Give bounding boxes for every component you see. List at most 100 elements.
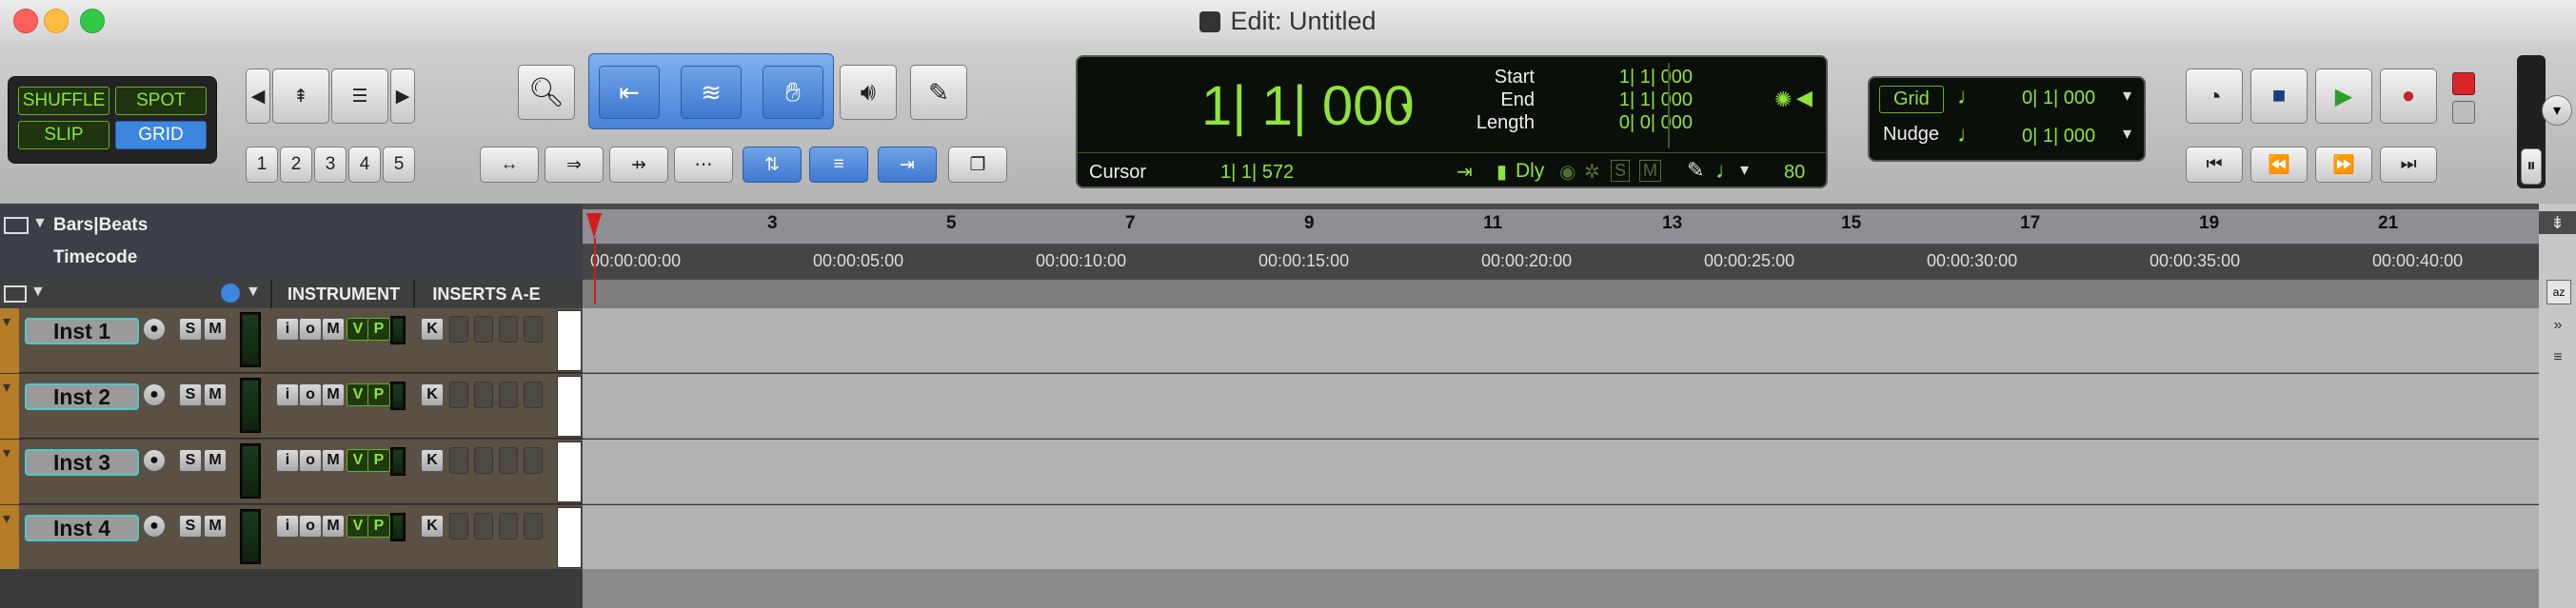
program-button[interactable]: P [367,449,390,472]
mute-button[interactable]: M [204,449,227,472]
shuffle-mode-button[interactable]: SHUFFLE [18,87,109,115]
mute-button[interactable]: M [204,383,227,406]
tempo-value[interactable]: 80 [1784,162,1805,184]
mirrored-midi-button[interactable]: ⇒ [545,147,604,183]
program-button[interactable]: P [367,318,390,341]
zoom-in-button[interactable]: ▶ [390,69,415,124]
zoom-preset-3[interactable]: 3 [314,147,347,183]
record-arm-button[interactable]: ● [143,383,166,406]
scrubber-tool-button[interactable]: 🔊︎ [840,65,897,120]
track-list-menu-icon[interactable]: ▼ [30,284,46,301]
timecode-ruler[interactable]: 00:00:00:00 00:00:05:00 00:00:10:00 00:0… [583,245,2544,278]
end-value[interactable]: 1| 1| 000 [1582,89,1693,111]
ruler-menu-icon[interactable]: ▼ [32,215,48,232]
online-button[interactable]: ◔ [2186,69,2243,124]
solo-button[interactable]: S [179,383,202,406]
play-button[interactable]: ▶ [2315,69,2372,124]
midi-input-icon[interactable]: ✺ [1774,88,1792,112]
zoom-toggle-button[interactable]: ⇥ [878,147,937,183]
insert-slot-b[interactable] [449,316,468,343]
track-row[interactable]: ▾ Inst 3 ● S M i o M V P K [0,440,583,504]
velocity-button[interactable]: V [347,318,369,341]
counter-menu-icon[interactable]: ▾ [1401,95,1411,119]
track-name[interactable]: Inst 3 [25,449,139,476]
record-arm-button[interactable]: ● [143,449,166,472]
instrument-mute-button[interactable]: M [322,515,345,538]
trim-tool-button[interactable]: ⇤ [599,66,660,119]
track-timeline-lane[interactable] [583,440,2539,504]
instrument-mute-button[interactable]: M [322,318,345,341]
track-view-icon[interactable] [4,285,27,303]
velocity-button[interactable]: V [347,383,369,406]
nudge-menu-icon[interactable]: ▾ [2123,124,2131,144]
spot-mode-button[interactable]: SPOT [115,87,207,115]
ruler-expand-icon[interactable]: ⇟ [2539,211,2576,234]
timebase-menu-icon[interactable]: ▼ [246,284,261,301]
insert-slot-c[interactable] [474,382,493,408]
timecode-ruler-label[interactable]: Timecode [53,247,137,268]
main-counter[interactable]: 1| 1| 000 [1201,74,1415,138]
mute-button[interactable]: M [204,515,227,538]
zoom-out-button[interactable]: ◀ [246,69,270,124]
midi-input-button[interactable]: i [276,383,299,406]
insert-slot-e[interactable] [524,447,543,474]
ruler-view-icon[interactable] [4,217,29,234]
record-button[interactable]: ● [2380,69,2437,124]
fast-forward-small-icon[interactable]: » [2546,314,2569,337]
zoom-preset-2[interactable]: 2 [280,147,312,183]
toolbar-options-button[interactable]: ▾ [2542,95,2572,126]
solo-button[interactable]: S [179,515,202,538]
insert-slot-e[interactable] [524,382,543,408]
track-row[interactable]: ▾ Inst 1 ● S M i o M V P K [0,308,583,373]
nudge-value[interactable]: 0| 1| 000 [2022,126,2095,147]
solo-button[interactable]: S [179,449,202,472]
smart-tool-group[interactable]: ⇤ ≋ ✋︎ [588,53,834,129]
midi-input-button[interactable]: i [276,318,299,341]
start-value[interactable]: 1| 1| 000 [1582,67,1693,88]
automation-follows-edit-button[interactable]: ⋯ [674,147,733,183]
instrument-mute-button[interactable]: M [322,383,345,406]
tempo-pencil-icon[interactable]: ✎ [1687,158,1704,183]
midi-input-button[interactable]: i [276,515,299,538]
track-timeline-lane[interactable] [583,505,2539,570]
rewind-button[interactable]: ⏪ [2250,147,2308,183]
delay-comp-icon[interactable]: ▮ [1496,160,1507,184]
tab-to-transient-button[interactable]: ↔ [480,147,539,183]
track-timebase-icon[interactable] [221,284,240,303]
insert-slot-e[interactable] [524,316,543,343]
record-arm-button[interactable]: ● [143,318,166,341]
track-timeline-lane[interactable] [583,308,2539,373]
insertion-follows-playback-button[interactable]: ≡ [809,147,868,183]
grid-menu-icon[interactable]: ▾ [2123,86,2131,106]
insert-slot-c[interactable] [474,513,493,539]
track-menu-icon[interactable]: ▾ [3,378,10,397]
track-menu-icon[interactable]: ▾ [3,509,10,528]
bars-beats-ruler-label[interactable]: Bars|Beats [53,215,148,236]
link-timeline-button[interactable]: ⇸ [609,147,668,183]
input-monitor-indicator[interactable] [2452,101,2475,124]
insert-slot-d[interactable] [499,316,518,343]
record-enable-indicator[interactable] [2452,72,2475,95]
length-value[interactable]: 0| 0| 000 [1582,112,1693,134]
selector-tool-button[interactable]: ≋ [681,66,742,119]
insert-slot-d[interactable] [499,447,518,474]
insert-slot-b[interactable] [449,447,468,474]
record-arm-button[interactable]: ● [143,515,166,538]
delay-compensation-button[interactable]: Dly [1516,160,1544,183]
sort-az-icon[interactable]: az [2546,280,2571,304]
quickpunch-icon[interactable]: ✲ [1584,160,1600,184]
grid-value[interactable]: 0| 1| 000 [2022,88,2095,109]
zoom-preset-1[interactable]: 1 [246,147,278,183]
zoomer-tool-button[interactable]: 🔍︎ [518,65,575,120]
instrument-mute-button[interactable]: M [322,449,345,472]
track-name[interactable]: Inst 2 [25,383,139,410]
grid-mode-button[interactable]: GRID [115,121,207,149]
velocity-button[interactable]: V [347,449,369,472]
track-row[interactable]: ▾ Inst 2 ● S M i o M V P K [0,374,583,439]
grid-label-button[interactable]: Grid [1879,86,1944,113]
track-name[interactable]: Inst 4 [25,515,139,541]
velocity-button[interactable]: V [347,515,369,538]
fast-forward-button[interactable]: ⏩ [2315,147,2372,183]
insert-slot-b[interactable] [449,382,468,408]
midi-output-button[interactable]: o [299,383,322,406]
